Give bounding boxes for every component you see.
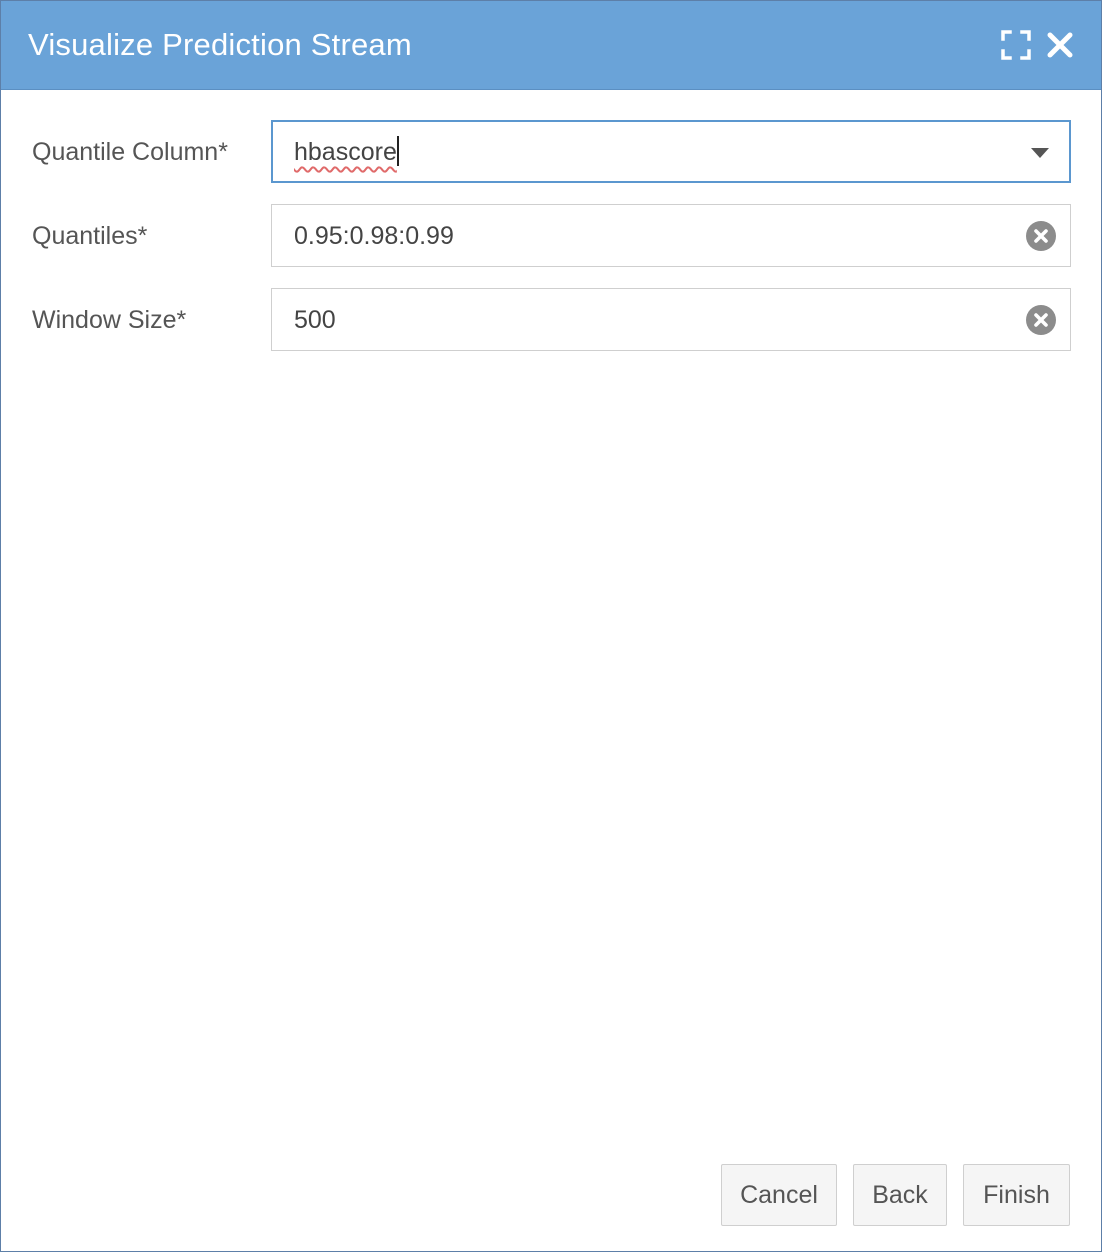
window-size-input[interactable]: 500 xyxy=(271,288,1071,351)
quantiles-input[interactable]: 0.95:0.98:0.99 xyxy=(271,204,1071,267)
clear-icon[interactable] xyxy=(1026,221,1056,251)
dialog-titlebar: Visualize Prediction Stream xyxy=(1,1,1101,90)
window-size-label: Window Size* xyxy=(32,306,187,334)
dialog-title: Visualize Prediction Stream xyxy=(28,27,412,62)
chevron-down-icon[interactable] xyxy=(1031,148,1049,158)
quantile-column-text: hbascore xyxy=(294,138,397,166)
clear-icon[interactable] xyxy=(1026,305,1056,335)
cancel-button[interactable]: Cancel xyxy=(721,1164,837,1226)
quantile-column-label: Quantile Column* xyxy=(32,138,228,166)
quantiles-label: Quantiles* xyxy=(32,222,148,250)
back-button[interactable]: Back xyxy=(853,1164,947,1226)
window-size-row: Window Size* 500 xyxy=(1,288,1101,352)
close-icon[interactable] xyxy=(1044,29,1076,61)
visualize-prediction-stream-dialog: Visualize Prediction Stream Quantile Col… xyxy=(0,0,1102,1252)
text-caret xyxy=(396,136,399,166)
quantile-column-row: Quantile Column* hbascore xyxy=(1,120,1101,184)
quantiles-row: Quantiles* 0.95:0.98:0.99 xyxy=(1,204,1101,268)
quantiles-value[interactable]: 0.95:0.98:0.99 xyxy=(294,220,454,252)
quantile-column-value[interactable]: hbascore xyxy=(294,136,399,168)
window-size-value[interactable]: 500 xyxy=(294,304,336,336)
finish-button[interactable]: Finish xyxy=(963,1164,1070,1226)
quantile-column-select[interactable]: hbascore xyxy=(271,120,1071,183)
maximize-icon[interactable] xyxy=(1000,29,1032,61)
